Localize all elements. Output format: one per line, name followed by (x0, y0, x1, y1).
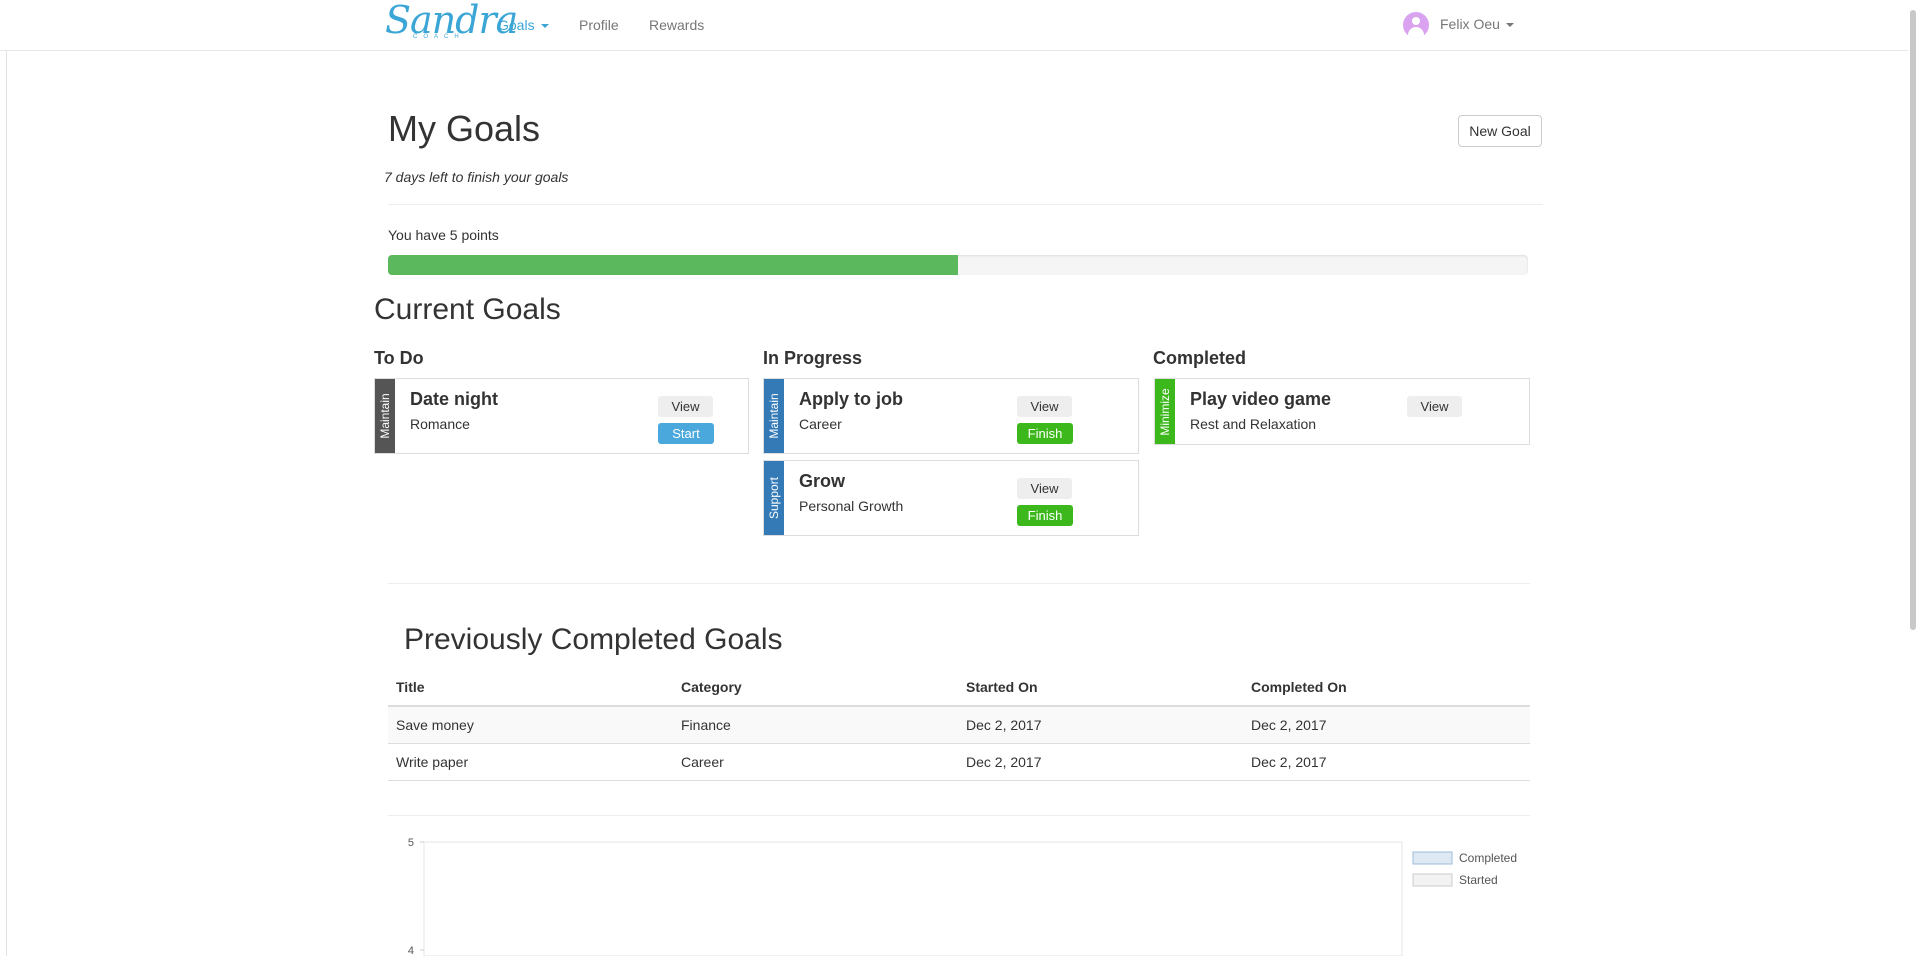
window-edge (0, 0, 7, 956)
goal-card: Minimize Play video game Rest and Relaxa… (1154, 378, 1530, 445)
finish-button[interactable]: Finish (1017, 505, 1073, 526)
chart-legend: Completed Started (1412, 851, 1517, 887)
new-goal-button[interactable]: New Goal (1458, 115, 1542, 147)
current-goals-title: Current Goals (374, 293, 561, 326)
view-button[interactable]: View (1407, 396, 1462, 417)
column-header-completed: Completed On (1243, 669, 1530, 707)
goal-card: Support Grow Personal Growth View Finish (763, 460, 1139, 536)
goal-title: Play video game (1190, 389, 1332, 409)
days-left-text: 7 days left to finish your goals (384, 169, 569, 185)
scrollbar-thumb[interactable] (1910, 10, 1916, 630)
user-name: Felix Oeu (1440, 16, 1514, 32)
goal-title: Apply to job (799, 389, 903, 409)
cell-category: Career (673, 743, 958, 781)
column-todo-heading: To Do (374, 348, 424, 368)
divider (388, 583, 1530, 584)
points-progress-bar (388, 255, 1528, 275)
view-button[interactable]: View (658, 396, 713, 417)
previous-goals-title: Previously Completed Goals (404, 623, 783, 656)
goal-title: Grow (799, 471, 846, 491)
caret-down-icon (540, 24, 549, 29)
points-progress-fill (388, 255, 958, 275)
legend-swatch-completed (1412, 851, 1453, 865)
goal-card: Maintain Date night Romance View Start (374, 378, 749, 454)
view-button[interactable]: View (1017, 478, 1072, 499)
cell-started: Dec 2, 2017 (958, 706, 1243, 744)
divider (388, 204, 1543, 205)
goal-type-tag: Maintain (764, 379, 784, 453)
goal-type-tag: Maintain (375, 379, 395, 453)
previous-goals-table: Title Category Started On Completed On S… (388, 669, 1530, 781)
divider (388, 815, 1530, 816)
cell-category: Finance (673, 706, 958, 744)
page-scrollbar[interactable] (1908, 0, 1918, 956)
caret-down-icon (1505, 23, 1514, 28)
view-button[interactable]: View (1017, 396, 1072, 417)
cell-title: Write paper (388, 743, 673, 781)
cell-completed: Dec 2, 2017 (1243, 743, 1530, 781)
cell-title: Save money (388, 706, 673, 744)
brand-logo[interactable]: Sandra COACH (385, 0, 518, 46)
goal-category: Career (799, 416, 842, 432)
column-header-category: Category (673, 669, 958, 707)
y-tick-label: 4 (408, 945, 414, 956)
goal-title: Date night (410, 389, 498, 409)
start-button[interactable]: Start (658, 423, 714, 444)
table-row: Write paper Career Dec 2, 2017 Dec 2, 20… (388, 743, 1530, 781)
y-tick-label: 5 (408, 837, 414, 849)
goal-type-tag: Support (764, 461, 784, 535)
nav-goals-label: Goals (498, 17, 535, 33)
goal-category: Romance (410, 416, 470, 432)
cell-completed: Dec 2, 2017 (1243, 706, 1530, 744)
column-inprogress-heading: In Progress (763, 348, 863, 368)
table-header-row: Title Category Started On Completed On (388, 669, 1530, 707)
goal-card: Maintain Apply to job Career View Finish (763, 378, 1139, 454)
nav-profile[interactable]: Profile (579, 17, 619, 33)
points-text: You have 5 points (388, 227, 499, 243)
nav-rewards[interactable]: Rewards (649, 17, 704, 33)
user-avatar-icon (1403, 12, 1429, 38)
column-completed-heading: Completed (1153, 348, 1247, 368)
legend-swatch-started (1412, 873, 1453, 887)
table-row: Save money Finance Dec 2, 2017 Dec 2, 20… (388, 706, 1530, 744)
page-title: My Goals (388, 108, 541, 149)
legend-label-completed: Completed (1459, 851, 1517, 865)
finish-button[interactable]: Finish (1017, 423, 1073, 444)
top-navbar: Sandra COACH Goals Profile Rewards Felix… (0, 0, 1918, 51)
column-header-title: Title (388, 669, 673, 707)
goal-category: Rest and Relaxation (1190, 416, 1317, 432)
goal-category: Personal Growth (799, 498, 904, 514)
goal-type-tag: Minimize (1155, 379, 1175, 444)
legend-label-started: Started (1459, 873, 1498, 887)
column-header-started: Started On (958, 669, 1243, 707)
chart-plot-area (423, 841, 1403, 956)
nav-goals-dropdown[interactable]: Goals (498, 17, 549, 33)
cell-started: Dec 2, 2017 (958, 743, 1243, 781)
brand-subtitle: COACH (413, 34, 465, 40)
